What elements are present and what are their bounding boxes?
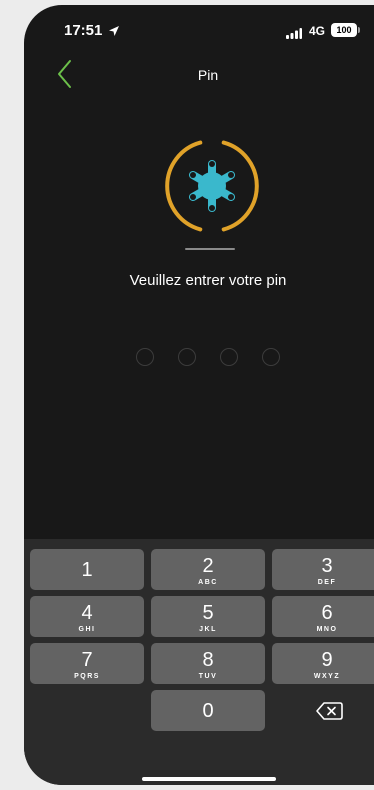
key-letters: DEF — [317, 579, 337, 586]
pin-indicator — [136, 348, 286, 368]
key-0[interactable]: 0 — [151, 690, 265, 731]
network-label: 4G — [309, 24, 326, 38]
key-6[interactable]: 6 MNO — [272, 596, 374, 637]
key-digit: 7 — [81, 649, 93, 671]
status-bar: 17:51 4G 100 — [24, 5, 374, 53]
key-digit: 8 — [202, 649, 214, 671]
key-5[interactable]: 5 JKL — [151, 596, 265, 637]
pin-dot — [136, 348, 154, 366]
signal-icon — [286, 26, 302, 39]
key-8[interactable]: 8 TUV — [151, 643, 265, 684]
key-digit: 6 — [321, 602, 333, 624]
brand-emblem-icon — [164, 138, 260, 234]
key-letters: ABC — [198, 579, 218, 586]
key-1[interactable]: 1 — [30, 549, 144, 590]
home-indicator[interactable] — [142, 777, 276, 781]
pin-dot — [178, 348, 196, 366]
key-9[interactable]: 9 WXYZ — [272, 643, 374, 684]
delete-button[interactable] — [314, 699, 344, 723]
key-letters: MNO — [316, 626, 338, 633]
key-digit: 4 — [81, 602, 93, 624]
key-letters: GHI — [78, 626, 96, 633]
numeric-keypad: 1 2 ABC 3 DEF 4 GHI 5 JKL 6 MNO 7 PQRS 8… — [24, 539, 374, 785]
battery-icon: 100 — [331, 23, 357, 37]
pin-prompt: Veuillez entrer votre pin — [129, 272, 287, 289]
key-letters: PQRS — [74, 673, 100, 680]
key-7[interactable]: 7 PQRS — [30, 643, 144, 684]
key-digit: 3 — [321, 555, 333, 577]
page-title: Pin — [197, 67, 219, 83]
key-digit: 2 — [202, 555, 214, 577]
backspace-icon — [316, 702, 343, 720]
location-arrow-icon — [108, 24, 120, 36]
pin-dot — [262, 348, 280, 366]
key-digit: 9 — [321, 649, 333, 671]
key-digit: 5 — [202, 602, 214, 624]
key-4[interactable]: 4 GHI — [30, 596, 144, 637]
key-2[interactable]: 2 ABC — [151, 549, 265, 590]
key-letters: JKL — [199, 626, 217, 633]
battery-level: 100 — [336, 25, 352, 35]
key-3[interactable]: 3 DEF — [272, 549, 374, 590]
key-digit: 1 — [81, 559, 93, 581]
battery-tip — [358, 27, 360, 33]
key-letters: WXYZ — [313, 673, 341, 680]
key-letters: TUV — [198, 673, 218, 680]
divider — [185, 248, 235, 250]
status-time: 17:51 — [64, 22, 103, 39]
key-digit: 0 — [202, 700, 214, 722]
pin-dot — [220, 348, 238, 366]
phone-screen: 17:51 4G 100 Pin Veuillez entrer votre p… — [24, 5, 374, 785]
